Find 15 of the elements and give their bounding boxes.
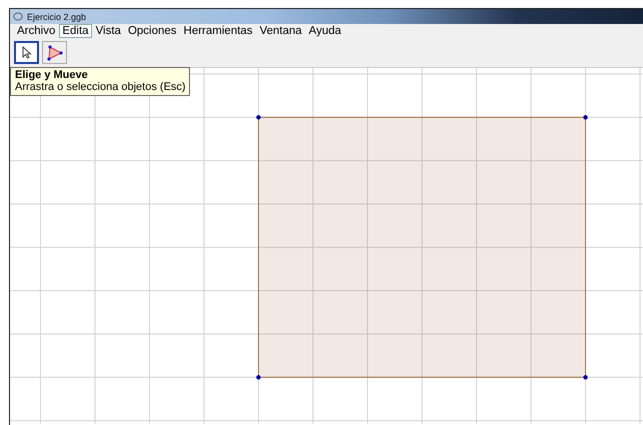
tooltip-title: Elige y Mueve xyxy=(15,69,89,81)
menu-item[interactable]: Herramientas xyxy=(180,24,256,38)
menu-item[interactable]: Archivo xyxy=(14,24,58,38)
menu-item[interactable]: Edita xyxy=(59,24,92,38)
pointer-icon xyxy=(22,46,32,59)
tooltip-text: Arrastra o selecciona objetos (Esc) xyxy=(15,81,186,93)
tool-button[interactable] xyxy=(14,41,39,64)
app-icon xyxy=(13,12,23,21)
tool-button[interactable] xyxy=(42,41,67,64)
menu-item[interactable]: Ayuda xyxy=(306,24,344,38)
menu-item[interactable]: Vista xyxy=(92,24,124,38)
menu-item[interactable]: Ventana xyxy=(256,24,305,38)
window-title: Ejercicio 2.ggb xyxy=(27,12,86,22)
menu-item[interactable]: Opciones xyxy=(124,24,180,38)
triangle-icon xyxy=(46,44,64,60)
